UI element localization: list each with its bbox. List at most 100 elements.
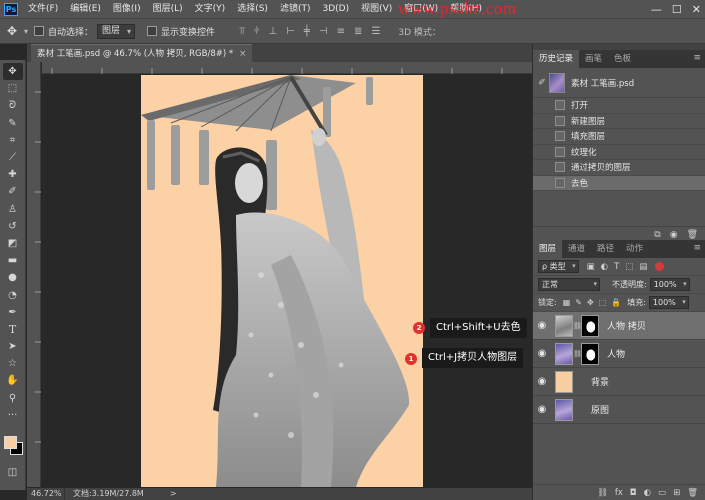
visibility-eye-icon[interactable]: ◉	[533, 376, 551, 387]
menu-filter[interactable]: 滤镜(T)	[274, 0, 317, 18]
pen-tool-icon[interactable]: ✒	[3, 304, 23, 321]
tab-channels[interactable]: 通道	[562, 240, 591, 258]
history-brush-source-icon[interactable]: ✐	[535, 78, 549, 88]
move-tool-preset-icon[interactable]: ✥	[0, 24, 24, 38]
history-step[interactable]: 填充图层	[533, 129, 705, 145]
new-layer-icon[interactable]: ⊞	[673, 488, 680, 498]
layer-item[interactable]: ◉ ⛓ 人物 拷贝	[533, 312, 705, 340]
lock-transparent-icon[interactable]: ▦	[563, 298, 571, 307]
history-step[interactable]: 新建图层	[533, 114, 705, 129]
layer-mask-thumbnail[interactable]	[581, 314, 599, 337]
new-group-icon[interactable]: ▭	[658, 488, 666, 498]
clone-stamp-tool-icon[interactable]: ♙	[3, 201, 23, 218]
visibility-eye-icon[interactable]: ◉	[533, 404, 551, 415]
more-tools-icon[interactable]: ···	[3, 407, 23, 424]
tab-brushes[interactable]: 画笔	[579, 50, 608, 68]
healing-brush-tool-icon[interactable]: ✚	[3, 166, 23, 183]
adjustment-layer-icon[interactable]: ◐	[644, 488, 651, 498]
distribute-top-icon[interactable]: ≡	[337, 26, 345, 37]
document-tab[interactable]: 素材 工笔画.psd @ 46.7% (人物 拷贝, RGB/8#) * ×	[31, 44, 253, 62]
dodge-tool-icon[interactable]: ◔	[3, 286, 23, 303]
menu-edit[interactable]: 编辑(E)	[64, 0, 107, 18]
filter-type-icon[interactable]: T	[614, 262, 619, 272]
link-layers-icon[interactable]: ⛓	[597, 488, 608, 498]
maximize-icon[interactable]: ☐	[672, 3, 682, 16]
type-tool-icon[interactable]: T	[3, 321, 23, 338]
lock-artboard-icon[interactable]: ⬚	[599, 298, 607, 307]
preset-dropdown-icon[interactable]: ▾	[24, 27, 28, 36]
menu-select[interactable]: 选择(S)	[231, 0, 274, 18]
layer-item[interactable]: ◉ 背景	[533, 368, 705, 396]
layer-item[interactable]: ◉ 原图	[533, 396, 705, 424]
canvas-area[interactable]: 2 Ctrl+Shift+U去色 1 Ctrl+J拷贝人物图层	[42, 75, 532, 487]
zoom-level[interactable]: 46.72%	[27, 488, 65, 500]
lock-image-icon[interactable]: ✎	[575, 298, 582, 307]
document-canvas[interactable]	[141, 75, 423, 487]
menu-layer[interactable]: 图层(L)	[147, 0, 189, 18]
history-step[interactable]: 通过拷贝的图层	[533, 160, 705, 176]
fill-input[interactable]: 100%	[648, 296, 689, 309]
history-step[interactable]: 打开	[533, 98, 705, 114]
menu-file[interactable]: 文件(F)	[22, 0, 64, 18]
align-top-icon[interactable]: ⫪	[239, 26, 245, 37]
align-right-icon[interactable]: ⊣	[319, 26, 328, 37]
filter-adjustment-icon[interactable]: ◐	[601, 262, 608, 272]
delete-state-icon[interactable]: 🗑	[687, 230, 698, 240]
layers-panel-menu-icon[interactable]: ≡	[693, 243, 701, 253]
filter-toggle-icon[interactable]	[655, 262, 665, 271]
photoshop-logo[interactable]: Ps	[0, 0, 22, 18]
quick-select-tool-icon[interactable]: ✎	[3, 115, 23, 132]
auto-select-dropdown[interactable]: 图层	[97, 23, 136, 39]
layer-mask-thumbnail[interactable]	[581, 342, 599, 365]
menu-view[interactable]: 视图(V)	[355, 0, 398, 18]
blur-tool-icon[interactable]: ●	[3, 269, 23, 286]
gradient-tool-icon[interactable]: ▬	[3, 252, 23, 269]
distribute-middle-icon[interactable]: ≣	[354, 26, 362, 37]
close-document-icon[interactable]: ×	[239, 49, 246, 59]
layer-item[interactable]: ◉ ⛓ 人物	[533, 340, 705, 368]
history-snapshot[interactable]: ✐ 素材 工笔画.psd	[533, 68, 705, 98]
align-left-icon[interactable]: ⊢	[286, 26, 295, 37]
distribute-bottom-icon[interactable]: ☰	[371, 26, 380, 37]
crop-tool-icon[interactable]: ⌗	[3, 132, 23, 149]
align-middle-icon[interactable]: ⫩	[254, 26, 260, 37]
menu-type[interactable]: 文字(Y)	[189, 0, 232, 18]
mask-link-icon[interactable]: ⛓	[573, 350, 582, 358]
tab-paths[interactable]: 路径	[591, 240, 620, 258]
new-snapshot-icon[interactable]: ◉	[670, 230, 678, 240]
brush-tool-icon[interactable]: ✐	[3, 183, 23, 200]
layer-filter-dropdown[interactable]: ρ 类型	[538, 260, 579, 273]
status-menu-arrow[interactable]: >	[170, 488, 177, 500]
filter-pixel-icon[interactable]: ▣	[587, 262, 595, 272]
tab-actions[interactable]: 动作	[620, 240, 649, 258]
zoom-tool-icon[interactable]: ⚲	[3, 390, 23, 407]
eyedropper-tool-icon[interactable]: ⟋	[3, 149, 23, 166]
move-tool-icon[interactable]: ✥	[2, 63, 23, 81]
visibility-eye-icon[interactable]: ◉	[533, 348, 551, 359]
align-bottom-icon[interactable]: ⊥	[268, 26, 277, 37]
auto-select-checkbox[interactable]	[34, 26, 45, 36]
lock-position-icon[interactable]: ✥	[587, 298, 594, 307]
hand-tool-icon[interactable]: ✋	[3, 372, 23, 389]
marquee-tool-icon[interactable]: ⬚	[3, 80, 23, 97]
history-step[interactable]: 纹理化	[533, 145, 705, 160]
tab-swatches[interactable]: 色板	[608, 50, 637, 68]
tab-history[interactable]: 历史记录	[533, 50, 580, 68]
align-center-icon[interactable]: ╪	[304, 26, 310, 37]
layer-style-icon[interactable]: fx	[615, 488, 623, 498]
mask-link-icon[interactable]: ⛓	[573, 322, 582, 330]
add-mask-icon[interactable]: ◘	[630, 488, 637, 498]
history-panel-menu-icon[interactable]: ≡	[693, 53, 701, 63]
shape-tool-icon[interactable]: ☆	[3, 355, 23, 372]
show-transform-checkbox[interactable]	[147, 26, 158, 36]
new-document-from-state-icon[interactable]: ⧉	[654, 230, 660, 240]
close-window-icon[interactable]: ✕	[692, 3, 701, 16]
filter-smart-object-icon[interactable]: ▤	[639, 262, 647, 272]
blend-mode-dropdown[interactable]: 正常	[538, 278, 600, 291]
opacity-input[interactable]: 100%	[649, 278, 690, 291]
lasso-tool-icon[interactable]: ᘐ	[3, 97, 23, 114]
lock-all-icon[interactable]: 🔒	[611, 298, 621, 307]
delete-layer-icon[interactable]: 🗑	[687, 488, 698, 498]
quick-mask-icon[interactable]: ◫	[3, 464, 23, 481]
history-brush-tool-icon[interactable]: ↺	[3, 218, 23, 235]
